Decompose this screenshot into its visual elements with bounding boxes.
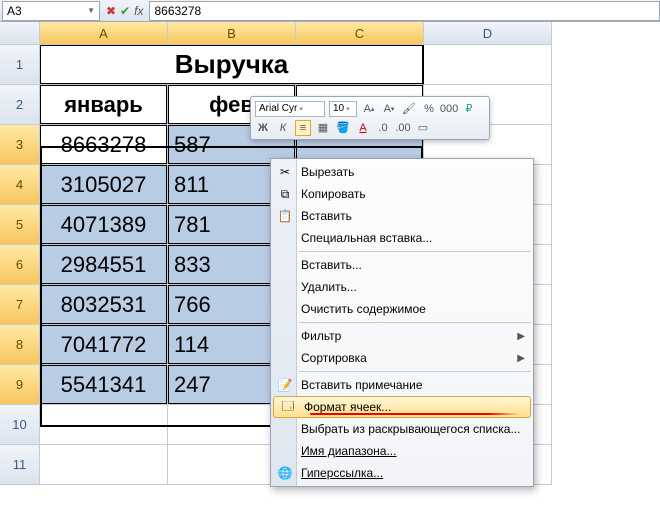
formula-input[interactable]: 8663278 [149,1,660,21]
row-header-2[interactable]: 2 [0,85,40,125]
cell-a4[interactable]: 3105027 [40,165,168,205]
row-header-5[interactable]: 5 [0,205,40,245]
row-header-1[interactable]: 1 [0,45,40,85]
cell-a8[interactable]: 7041772 [40,325,168,365]
format-cells-icon: 🗔 [276,396,300,418]
mini-toolbar: Arial Cyr▾ 10▾ A▴ A▾ 🖌 % 000 ₽ Ж К ≡ ▦ 🪣… [250,96,490,140]
accounting-icon[interactable]: ₽ [461,101,477,117]
select-all-corner[interactable] [0,22,40,45]
fill-color-icon[interactable]: 🪣 [335,120,351,136]
menu-sort[interactable]: Сортировка ▶ [271,347,533,369]
row-header-7[interactable]: 7 [0,285,40,325]
row-header-9[interactable]: 9 [0,365,40,405]
comma-icon[interactable]: 000 [441,101,457,117]
shrink-font-icon[interactable]: A▾ [381,101,397,117]
formula-value: 8663278 [154,4,201,18]
comment-icon: 📝 [273,374,297,396]
menu-filter[interactable]: Фильтр ▶ [271,325,533,347]
formula-bar: A3 ▼ ✖ ✔ fx 8663278 [0,0,660,22]
decrease-decimal-icon[interactable]: .0 [375,120,391,136]
cell[interactable] [40,445,168,485]
font-size-box[interactable]: 10▾ [329,101,357,117]
chevron-right-icon: ▶ [517,353,525,364]
menu-separator [299,322,531,323]
menu-insert[interactable]: Вставить... [271,254,533,276]
menu-copy[interactable]: ⧉ Копировать [271,183,533,205]
increase-decimal-icon[interactable]: .00 [395,120,411,136]
col-header-c[interactable]: C [296,22,424,45]
chevron-right-icon: ▶ [517,331,525,342]
red-underline [310,413,520,415]
percent-icon[interactable]: % [421,101,437,117]
name-box[interactable]: A3 ▼ [2,1,100,21]
cell[interactable] [424,45,552,85]
font-name-box[interactable]: Arial Cyr▾ [255,101,325,117]
title-cell[interactable]: Выручка [40,45,424,85]
chevron-down-icon[interactable]: ▼ [87,6,95,15]
menu-range-name[interactable]: Имя диапазона... [271,440,533,462]
menu-delete[interactable]: Удалить... [271,276,533,298]
bold-icon[interactable]: Ж [255,120,271,136]
italic-icon[interactable]: К [275,120,291,136]
row-header-6[interactable]: 6 [0,245,40,285]
cell-a3[interactable]: 8663278 [40,125,168,165]
formula-icons: ✖ ✔ fx [106,4,143,18]
fx-icon[interactable]: fx [134,4,143,18]
menu-separator [299,371,531,372]
menu-separator [299,251,531,252]
menu-hyperlink[interactable]: 🌐 Гиперссылка... [271,462,533,484]
menu-format-cells[interactable]: 🗔 Формат ячеек... [273,396,531,418]
row-header-8[interactable]: 8 [0,325,40,365]
row-header-3[interactable]: 3 [0,125,40,165]
cell-a6[interactable]: 2984551 [40,245,168,285]
borders-icon[interactable]: ▦ [315,120,331,136]
row-header-4[interactable]: 4 [0,165,40,205]
confirm-icon[interactable]: ✔ [120,4,130,18]
menu-cut[interactable]: ✂ Вырезать [271,161,533,183]
menu-clear[interactable]: Очистить содержимое [271,298,533,320]
name-box-value: A3 [7,4,22,18]
row-header-10[interactable]: 10 [0,405,40,445]
menu-paste[interactable]: 📋 Вставить [271,205,533,227]
row-header-11[interactable]: 11 [0,445,40,485]
menu-dropdown-pick[interactable]: Выбрать из раскрывающегося списка... [271,418,533,440]
context-menu: ✂ Вырезать ⧉ Копировать 📋 Вставить Специ… [270,158,534,487]
col-header-b[interactable]: B [168,22,296,45]
clipboard-icon: 📋 [273,205,297,227]
copy-icon: ⧉ [273,183,297,205]
cell-a7[interactable]: 8032531 [40,285,168,325]
cell[interactable] [40,405,168,445]
scissors-icon: ✂ [273,161,297,183]
cancel-icon[interactable]: ✖ [106,4,116,18]
col-header-d[interactable]: D [424,22,552,45]
merge-icon[interactable]: ▭ [415,120,431,136]
grow-font-icon[interactable]: A▴ [361,101,377,117]
menu-paste-special[interactable]: Специальная вставка... [271,227,533,249]
font-color-icon[interactable]: A [355,120,371,136]
cell-a5[interactable]: 4071389 [40,205,168,245]
cell-month-a[interactable]: январь [40,85,168,125]
cell-a9[interactable]: 5541341 [40,365,168,405]
align-center-icon[interactable]: ≡ [295,120,311,136]
menu-comment[interactable]: 📝 Вставить примечание [271,374,533,396]
format-painter-icon[interactable]: 🖌 [401,101,417,117]
globe-icon: 🌐 [273,462,297,484]
col-header-a[interactable]: A [40,22,168,45]
